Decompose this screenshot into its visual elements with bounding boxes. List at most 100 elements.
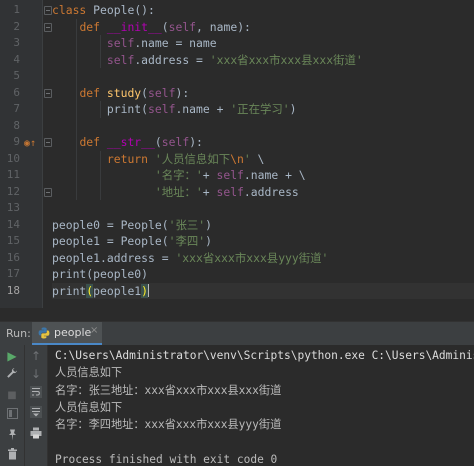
code-token: name): [209, 19, 251, 34]
run-tab-people[interactable]: people × [32, 322, 102, 345]
code-token: .address = [134, 52, 210, 67]
code-token: '人员信息如下 [154, 151, 231, 166]
down-arrow-icon[interactable]: ↓ [28, 366, 44, 382]
code-token: study [106, 85, 142, 100]
code-token: ( [161, 19, 169, 34]
run-tab-label: people [54, 326, 92, 339]
code-token: self [161, 135, 190, 149]
line-number: 9 [13, 135, 20, 148]
code-token: ) [205, 234, 212, 248]
code-line[interactable] [52, 68, 474, 84]
fold-marker-icon[interactable] [44, 138, 52, 147]
code-line[interactable]: print(people0) [52, 266, 474, 282]
trash-icon[interactable] [4, 448, 20, 464]
code-line[interactable]: self.name = name [52, 35, 474, 51]
fold-marker-icon[interactable] [44, 6, 52, 15]
code-line[interactable]: '地址：'+ self.address [52, 184, 474, 200]
line-number: 14 [6, 217, 20, 231]
line-number: 2 [13, 19, 20, 33]
code-token: people1.address = [52, 250, 176, 265]
code-token: '名字：' [154, 168, 203, 182]
fold-marker-icon[interactable] [44, 22, 52, 32]
code-token: \ [257, 151, 265, 166]
close-icon[interactable]: × [90, 325, 98, 336]
code-line[interactable]: return '人员信息如下\n' \ [52, 151, 474, 167]
code-token: print( [52, 102, 149, 116]
up-arrow-icon[interactable]: ↑ [28, 348, 44, 364]
fold-marker-icon[interactable] [44, 88, 52, 98]
line-number: 18 [6, 283, 20, 297]
code-line[interactable]: def study(self): [52, 85, 474, 101]
layout-icon[interactable] [4, 408, 20, 424]
code-token: People [93, 3, 135, 17]
code-token: .address [243, 184, 299, 199]
line-number: 10 [6, 151, 20, 165]
line-number: 13 [6, 201, 20, 214]
code-token: print(people0) [52, 267, 149, 281]
line-number: 6 [13, 85, 20, 99]
print-icon[interactable] [28, 427, 44, 443]
code-token: ) [289, 102, 297, 116]
soft-wrap-icon[interactable] [28, 386, 44, 402]
code-line[interactable] [52, 118, 474, 134]
code-token: \n [230, 151, 244, 166]
stop-icon[interactable]: ■ [4, 388, 20, 404]
override-marker-icon[interactable]: ◉↑ [24, 139, 36, 149]
code-token: __init__ [106, 19, 162, 34]
code-token: self [148, 102, 176, 116]
code-line[interactable]: class People(): [52, 2, 474, 18]
rerun-icon[interactable]: ▶ [4, 348, 20, 364]
console-output-line: 名字：张三地址：xxx省xxx市xxx县xxx街道 [55, 383, 282, 397]
code-line[interactable]: def __str__(self): [52, 134, 474, 150]
line-number: 5 [13, 69, 20, 82]
code-token: ( [141, 85, 149, 100]
wrench-icon[interactable] [4, 367, 20, 383]
code-line[interactable]: print(people1) [52, 282, 474, 299]
line-number: 4 [13, 52, 20, 66]
code-token: self [148, 85, 176, 100]
code-token: 'xxx省xxx市xxx县xxx街道' [209, 52, 363, 67]
code-line[interactable]: self.address = 'xxx省xxx市xxx县xxx街道' [52, 52, 474, 68]
scroll-to-end-icon[interactable] [28, 406, 44, 422]
code-editor[interactable]: 1 2 3 4 5 6 7 8 9 10 11 12 13 14 15 16 17 18 ◉↑ class Peo… [0, 0, 474, 308]
line-number-gutter: 1 2 3 4 5 6 7 8 9 10 11 12 13 14 15 16 17 18 [0, 0, 43, 308]
code-line[interactable]: print(self.name + '正在学习') [52, 101, 474, 117]
code-token: __str__ [106, 135, 155, 149]
code-line[interactable] [52, 200, 474, 216]
code-token: def [79, 85, 107, 100]
fold-marker-icon[interactable] [44, 187, 52, 197]
code-line[interactable]: people0 = People('张三') [52, 217, 474, 233]
code-line[interactable]: '名字：'+ self.name + \ [52, 167, 474, 183]
run-toolwindow-header: Run: people × [0, 321, 474, 346]
code-token: class [52, 3, 94, 17]
code-line[interactable]: people1.address = 'xxx省xxx市xxx县yyy街道' [52, 250, 474, 266]
code-token: 'xxx省xxx市xxx县yyy街道' [175, 250, 329, 265]
line-number: 3 [13, 36, 20, 49]
run-toolbar-console: ↑ ↓ [25, 345, 48, 466]
console-output-line: 人员信息如下 [55, 400, 123, 414]
code-token: .name + [175, 102, 231, 116]
run-label: Run: [6, 327, 31, 340]
run-console-output[interactable]: C:\Users\Administrator\venv\Scripts\pyth… [48, 345, 474, 466]
code-token: people0 = People( [52, 217, 169, 232]
code-token: .name + \ [243, 168, 306, 182]
code-line[interactable]: people1 = People('李四') [52, 233, 474, 249]
line-number: 17 [6, 267, 20, 280]
code-token: + [202, 184, 217, 199]
code-token: self [216, 168, 244, 182]
code-token: ( [154, 135, 162, 149]
code-token: print [52, 283, 87, 298]
code-token: self [106, 36, 135, 50]
code-token: ): [175, 85, 190, 100]
code-line[interactable]: def __init__(self, name): [52, 19, 474, 35]
code-token: '张三' [168, 217, 206, 232]
code-token: self [216, 184, 244, 199]
pin-icon[interactable] [4, 429, 20, 445]
code-token: ): [189, 135, 203, 149]
code-token: def [79, 135, 107, 149]
code-token: '李四' [168, 234, 206, 248]
